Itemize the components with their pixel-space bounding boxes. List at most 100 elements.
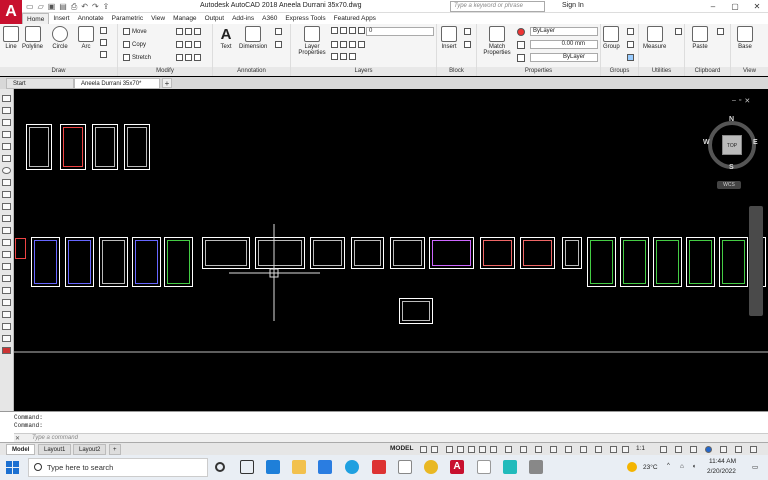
linetype-dropdown[interactable]: ByLayer (530, 53, 598, 62)
palette-mtext-icon[interactable] (2, 299, 11, 306)
palette-erase-icon[interactable] (2, 311, 11, 318)
osnap-tracking-icon[interactable] (479, 446, 486, 453)
tab-parametric[interactable]: Parametric (108, 13, 147, 24)
clean-screen-icon[interactable] (735, 446, 742, 453)
color-dropdown[interactable]: ByLayer (530, 27, 598, 36)
view-group-label[interactable]: View (731, 67, 768, 76)
close-icon[interactable]: ✕ (746, 0, 768, 13)
tab-a360[interactable]: A360 (258, 13, 281, 24)
layout1-tab[interactable]: Layout1 (38, 444, 72, 455)
draw-group-label[interactable]: Draw (0, 67, 117, 76)
taskbar-clock-time[interactable]: 11:44 AM (709, 458, 736, 465)
model-space-button[interactable]: MODEL (390, 445, 413, 452)
palette-hatch-icon[interactable] (2, 251, 11, 258)
new-file-icon[interactable]: ▭ (26, 1, 34, 12)
isolate-objects-icon[interactable] (705, 446, 712, 453)
polyline-tool[interactable]: Polyline (22, 26, 43, 50)
gizmo-icon[interactable] (595, 446, 602, 453)
layers-group-label[interactable]: Layers (291, 67, 436, 76)
layer-state-icons[interactable] (331, 27, 367, 34)
annotation-visibility-icon[interactable] (610, 446, 617, 453)
tab-add-ins[interactable]: Add-ins (228, 13, 258, 24)
notes-app-icon[interactable] (398, 460, 412, 474)
start-tab[interactable]: Start (6, 78, 74, 89)
edge-icon[interactable] (345, 460, 359, 474)
layout2-tab[interactable]: Layout2 (73, 444, 107, 455)
notifications-icon[interactable]: ▭ (752, 463, 758, 471)
circle-tool[interactable]: Circle (52, 26, 68, 50)
transparency-icon[interactable] (520, 446, 527, 453)
open-file-icon[interactable]: ▱ (38, 1, 44, 12)
tab-annotate[interactable]: Annotate (74, 13, 108, 24)
tab-insert[interactable]: Insert (49, 13, 73, 24)
maximize-icon[interactable]: ▢ (724, 0, 746, 13)
file-explorer-icon[interactable] (292, 460, 306, 474)
selection-cycling-icon[interactable] (535, 446, 542, 453)
palette-offset-icon[interactable] (2, 347, 11, 354)
annotation-scale-dropdown[interactable]: 1:1 (636, 445, 645, 452)
taskbar-search-box[interactable]: Type here to search (28, 458, 208, 477)
drawing-tab[interactable]: Aneela Durrani 35x70* (74, 78, 160, 89)
group-select-button[interactable] (627, 54, 636, 61)
command-close-icon[interactable]: ✕ (15, 435, 20, 442)
tray-chevron-icon[interactable]: ^ (667, 463, 670, 469)
navigation-bar[interactable] (749, 206, 763, 316)
properties-group-label[interactable]: Properties (477, 67, 600, 76)
mail-icon[interactable] (266, 460, 280, 474)
selection-filter-icon[interactable] (580, 446, 587, 453)
windows-start-icon[interactable] (6, 461, 19, 474)
dimension-tool[interactable]: Dimension (239, 26, 267, 50)
customization-menu-icon[interactable] (750, 446, 757, 453)
autocad-logo-icon[interactable]: A (0, 0, 22, 24)
volume-icon[interactable]: ◖ (692, 463, 696, 470)
line-tool[interactable]: Line (3, 26, 19, 50)
network-icon[interactable]: ⌂ (680, 463, 684, 470)
ungroup-button[interactable] (627, 28, 636, 35)
palette-ellipse-icon[interactable] (2, 203, 11, 210)
base-view-button[interactable]: Base (737, 26, 753, 50)
rectangle-tool[interactable] (100, 27, 109, 34)
palette-rectangle-icon[interactable] (2, 143, 11, 150)
3d-osnap-icon[interactable] (550, 446, 557, 453)
palette-arc-icon[interactable] (2, 155, 11, 162)
viewport-minimize-icon[interactable]: – (732, 97, 736, 105)
photos-app-icon[interactable] (503, 460, 517, 474)
palette-point-icon[interactable] (2, 239, 11, 246)
table-button[interactable] (275, 41, 284, 48)
weather-temperature[interactable]: 23°C (643, 464, 658, 471)
workspace-gear-icon[interactable] (660, 446, 667, 453)
plot-icon[interactable]: ⎙ (71, 1, 77, 12)
utilities-group-label[interactable]: Utilities (639, 67, 684, 76)
tab-express-tools[interactable]: Express Tools (281, 13, 329, 24)
mirror-button[interactable] (176, 41, 203, 48)
tab-home[interactable]: Home (22, 13, 50, 24)
palette-polygon-icon[interactable] (2, 131, 11, 138)
units-icon[interactable] (690, 446, 697, 453)
clipboard-group-label[interactable]: Clipboard (685, 67, 730, 76)
stretch-button[interactable]: Stretch (123, 54, 151, 61)
arc-tool[interactable]: Arc (78, 26, 94, 50)
leader-button[interactable] (275, 28, 284, 35)
autocad-taskbar-icon[interactable]: A (450, 460, 464, 474)
copy-clip-button[interactable] (717, 28, 726, 35)
palette-copy-icon[interactable] (2, 323, 11, 330)
model-tab[interactable]: Model (6, 444, 36, 455)
new-tab-button[interactable]: + (162, 78, 172, 88)
save-icon[interactable]: ▣ (48, 1, 56, 12)
layer-tools-row1[interactable] (331, 41, 367, 48)
palette-spline-icon[interactable] (2, 191, 11, 198)
copy-button[interactable]: Copy (123, 41, 146, 48)
lineweight-toggle-icon[interactable] (505, 446, 512, 453)
palette-revcloud-icon[interactable] (2, 179, 11, 186)
scale-button[interactable] (176, 54, 203, 61)
viewcube-top-face[interactable]: TOP (722, 135, 742, 155)
document-app-icon[interactable] (477, 460, 491, 474)
rotate-button[interactable] (176, 28, 203, 35)
viewport-restore-icon[interactable]: ▫ (739, 97, 741, 105)
tab-featured-apps[interactable]: Featured Apps (330, 13, 380, 24)
taskbar-clock-date[interactable]: 2/20/2022 (707, 468, 736, 475)
palette-block-icon[interactable] (2, 227, 11, 234)
palette-polyline-icon[interactable] (2, 119, 11, 126)
palette-circle-icon[interactable] (2, 167, 11, 174)
palette-insert-icon[interactable] (2, 215, 11, 222)
